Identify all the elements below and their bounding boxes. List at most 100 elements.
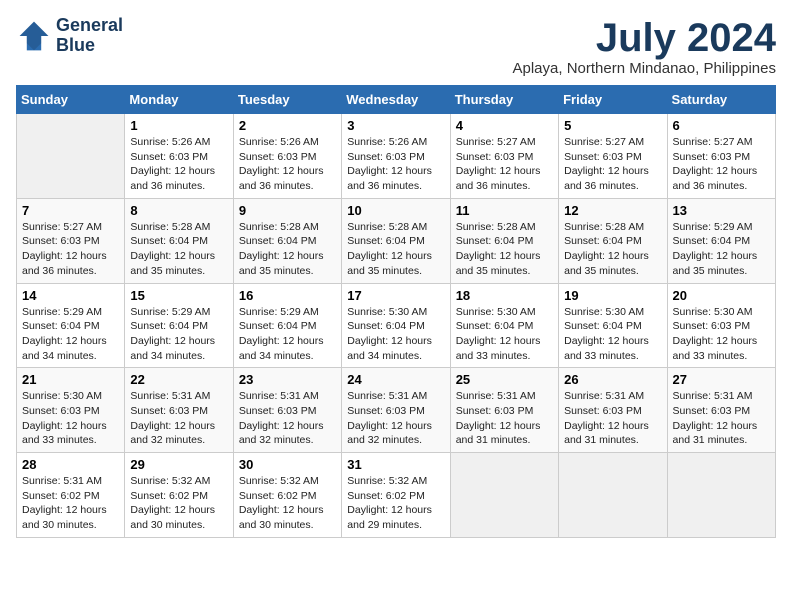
day-number: 3 <box>347 118 444 133</box>
day-info: Sunrise: 5:28 AM Sunset: 6:04 PM Dayligh… <box>347 220 444 279</box>
day-of-week-thursday: Thursday <box>450 86 558 114</box>
calendar-cell: 8Sunrise: 5:28 AM Sunset: 6:04 PM Daylig… <box>125 198 233 283</box>
day-number: 11 <box>456 203 553 218</box>
calendar-cell: 20 Sunrise: 5:30 AM Sunset: 6:03 PM Dayli… <box>667 283 775 368</box>
logo-text-line2: Blue <box>56 36 123 56</box>
calendar-week-4: 21 Sunrise: 5:30 AM Sunset: 6:03 PM Dayli… <box>17 368 776 453</box>
location: Aplaya, Northern Mindanao, Philippines <box>513 60 777 77</box>
calendar-week-2: 7Sunrise: 5:27 AM Sunset: 6:03 PM Daylig… <box>17 198 776 283</box>
day-number: 15 <box>130 288 227 303</box>
calendar-cell: 9 Sunrise: 5:28 AM Sunset: 6:04 PM Daylig… <box>233 198 341 283</box>
day-number: 8 <box>130 203 227 218</box>
calendar-cell: 5Sunrise: 5:27 AM Sunset: 6:03 PM Daylig… <box>559 114 667 199</box>
day-info: Sunrise: 5:27 AM Sunset: 6:03 PM Dayligh… <box>456 135 553 194</box>
logo-text-line1: General <box>56 16 123 36</box>
day-info: Sunrise: 5:29 AM Sunset: 6:04 PM Dayligh… <box>239 305 336 364</box>
day-number: 16 <box>239 288 336 303</box>
day-number: 29 <box>130 457 227 472</box>
day-info: Sunrise: 5:31 AM Sunset: 6:03 PM Dayligh… <box>456 389 553 448</box>
day-info: Sunrise: 5:29 AM Sunset: 6:04 PM Dayligh… <box>22 305 119 364</box>
day-info: Sunrise: 5:28 AM Sunset: 6:04 PM Dayligh… <box>239 220 336 279</box>
day-of-week-sunday: Sunday <box>17 86 125 114</box>
day-number: 17 <box>347 288 444 303</box>
day-number: 31 <box>347 457 444 472</box>
day-info: Sunrise: 5:27 AM Sunset: 6:03 PM Dayligh… <box>22 220 119 279</box>
calendar-cell: 27 Sunrise: 5:31 AM Sunset: 6:03 PM Dayli… <box>667 368 775 453</box>
calendar-week-1: 1 Sunrise: 5:26 AM Sunset: 6:03 PM Daylig… <box>17 114 776 199</box>
day-of-week-saturday: Saturday <box>667 86 775 114</box>
day-info: Sunrise: 5:28 AM Sunset: 6:04 PM Dayligh… <box>564 220 661 279</box>
day-number: 26 <box>564 372 661 387</box>
day-info: Sunrise: 5:31 AM Sunset: 6:02 PM Dayligh… <box>22 474 119 533</box>
day-number: 14 <box>22 288 119 303</box>
day-info: Sunrise: 5:28 AM Sunset: 6:04 PM Dayligh… <box>456 220 553 279</box>
day-of-week-wednesday: Wednesday <box>342 86 450 114</box>
day-number: 9 <box>239 203 336 218</box>
day-info: Sunrise: 5:30 AM Sunset: 6:04 PM Dayligh… <box>456 305 553 364</box>
day-number: 25 <box>456 372 553 387</box>
calendar-table: SundayMondayTuesdayWednesdayThursdayFrid… <box>16 85 776 538</box>
day-info: Sunrise: 5:30 AM Sunset: 6:04 PM Dayligh… <box>347 305 444 364</box>
day-number: 12 <box>564 203 661 218</box>
calendar-cell: 25 Sunrise: 5:31 AM Sunset: 6:03 PM Dayli… <box>450 368 558 453</box>
calendar-cell: 26 Sunrise: 5:31 AM Sunset: 6:03 PM Dayli… <box>559 368 667 453</box>
day-number: 28 <box>22 457 119 472</box>
calendar-cell: 17 Sunrise: 5:30 AM Sunset: 6:04 PM Dayli… <box>342 283 450 368</box>
day-info: Sunrise: 5:29 AM Sunset: 6:04 PM Dayligh… <box>673 220 770 279</box>
logo-icon <box>16 18 52 54</box>
title-block: July 2024 Aplaya, Northern Mindanao, Phi… <box>513 16 777 77</box>
day-number: 1 <box>130 118 227 133</box>
calendar-week-3: 14 Sunrise: 5:29 AM Sunset: 6:04 PM Dayli… <box>17 283 776 368</box>
day-number: 27 <box>673 372 770 387</box>
calendar-cell: 10 Sunrise: 5:28 AM Sunset: 6:04 PM Dayli… <box>342 198 450 283</box>
calendar-cell: 19 Sunrise: 5:30 AM Sunset: 6:04 PM Dayli… <box>559 283 667 368</box>
month-title: July 2024 <box>513 16 777 60</box>
day-number: 10 <box>347 203 444 218</box>
day-number: 6 <box>673 118 770 133</box>
calendar-cell: 3 Sunrise: 5:26 AM Sunset: 6:03 PM Daylig… <box>342 114 450 199</box>
calendar-cell: 24 Sunrise: 5:31 AM Sunset: 6:03 PM Dayli… <box>342 368 450 453</box>
calendar-cell: 12 Sunrise: 5:28 AM Sunset: 6:04 PM Dayli… <box>559 198 667 283</box>
day-info: Sunrise: 5:30 AM Sunset: 6:03 PM Dayligh… <box>22 389 119 448</box>
day-info: Sunrise: 5:31 AM Sunset: 6:03 PM Dayligh… <box>130 389 227 448</box>
day-info: Sunrise: 5:27 AM Sunset: 6:03 PM Dayligh… <box>673 135 770 194</box>
calendar-cell: 29Sunrise: 5:32 AM Sunset: 6:02 PM Dayli… <box>125 453 233 538</box>
day-of-week-monday: Monday <box>125 86 233 114</box>
calendar-cell: 30Sunrise: 5:32 AM Sunset: 6:02 PM Dayli… <box>233 453 341 538</box>
page-header: General Blue July 2024 Aplaya, Northern … <box>16 16 776 77</box>
calendar-body: 1 Sunrise: 5:26 AM Sunset: 6:03 PM Daylig… <box>17 114 776 538</box>
day-of-week-tuesday: Tuesday <box>233 86 341 114</box>
logo: General Blue <box>16 16 123 56</box>
calendar-cell: 1 Sunrise: 5:26 AM Sunset: 6:03 PM Daylig… <box>125 114 233 199</box>
day-info: Sunrise: 5:29 AM Sunset: 6:04 PM Dayligh… <box>130 305 227 364</box>
day-info: Sunrise: 5:30 AM Sunset: 6:04 PM Dayligh… <box>564 305 661 364</box>
day-number: 24 <box>347 372 444 387</box>
calendar-cell: 23Sunrise: 5:31 AM Sunset: 6:03 PM Dayli… <box>233 368 341 453</box>
day-number: 19 <box>564 288 661 303</box>
day-of-week-friday: Friday <box>559 86 667 114</box>
calendar-cell: 13 Sunrise: 5:29 AM Sunset: 6:04 PM Dayli… <box>667 198 775 283</box>
calendar-cell: 16 Sunrise: 5:29 AM Sunset: 6:04 PM Dayli… <box>233 283 341 368</box>
day-info: Sunrise: 5:26 AM Sunset: 6:03 PM Dayligh… <box>130 135 227 194</box>
calendar-cell: 4 Sunrise: 5:27 AM Sunset: 6:03 PM Daylig… <box>450 114 558 199</box>
day-number: 21 <box>22 372 119 387</box>
calendar-cell <box>450 453 558 538</box>
day-number: 13 <box>673 203 770 218</box>
calendar-cell <box>17 114 125 199</box>
calendar-cell: 14 Sunrise: 5:29 AM Sunset: 6:04 PM Dayli… <box>17 283 125 368</box>
calendar-cell: 11 Sunrise: 5:28 AM Sunset: 6:04 PM Dayli… <box>450 198 558 283</box>
days-of-week-row: SundayMondayTuesdayWednesdayThursdayFrid… <box>17 86 776 114</box>
day-number: 22 <box>130 372 227 387</box>
day-info: Sunrise: 5:32 AM Sunset: 6:02 PM Dayligh… <box>239 474 336 533</box>
day-info: Sunrise: 5:26 AM Sunset: 6:03 PM Dayligh… <box>347 135 444 194</box>
day-number: 4 <box>456 118 553 133</box>
day-info: Sunrise: 5:31 AM Sunset: 6:03 PM Dayligh… <box>564 389 661 448</box>
calendar-cell: 21 Sunrise: 5:30 AM Sunset: 6:03 PM Dayli… <box>17 368 125 453</box>
day-number: 20 <box>673 288 770 303</box>
day-info: Sunrise: 5:31 AM Sunset: 6:03 PM Dayligh… <box>347 389 444 448</box>
day-info: Sunrise: 5:31 AM Sunset: 6:03 PM Dayligh… <box>673 389 770 448</box>
calendar-week-5: 28 Sunrise: 5:31 AM Sunset: 6:02 PM Dayli… <box>17 453 776 538</box>
calendar-cell: 18Sunrise: 5:30 AM Sunset: 6:04 PM Dayli… <box>450 283 558 368</box>
day-info: Sunrise: 5:30 AM Sunset: 6:03 PM Dayligh… <box>673 305 770 364</box>
day-number: 23 <box>239 372 336 387</box>
